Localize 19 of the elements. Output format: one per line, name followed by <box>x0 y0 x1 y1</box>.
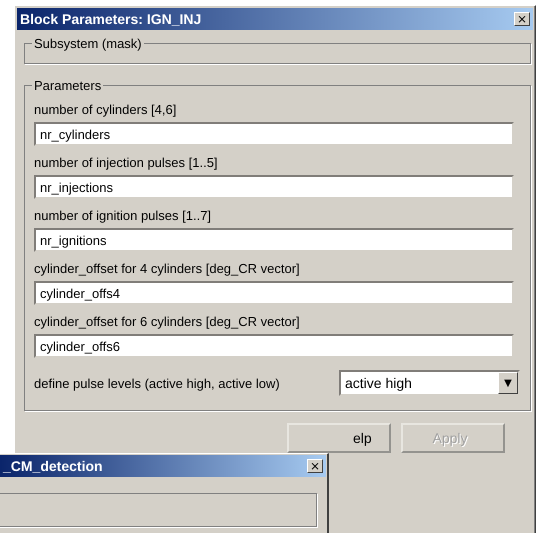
input-field[interactable]: nr_cylinders <box>34 122 514 146</box>
window-title: Block Parameters: IGN_INJ <box>20 11 202 27</box>
input-field[interactable]: cylinder_offs4 <box>34 281 514 305</box>
input-field[interactable]: nr_injections <box>34 175 514 199</box>
input-field[interactable]: nr_ignitions <box>34 228 514 252</box>
dropdown[interactable]: active high ▼ <box>339 370 520 396</box>
close-button[interactable]: × <box>514 12 530 26</box>
dialog-button[interactable]: elp <box>287 423 391 453</box>
field-label: define pulse levels (active high, active low) <box>34 376 280 390</box>
close-button[interactable]: × <box>307 459 323 473</box>
field-label: cylinder_offset for 6 cylinders [deg_CR vector] <box>34 314 301 329</box>
field-label: number of cylinders [4,6] <box>34 102 178 117</box>
window-title: _CM_detection <box>3 458 103 474</box>
field-label: number of injection pulses [1..5] <box>34 155 219 170</box>
group-title: Subsystem (mask) <box>33 36 143 51</box>
field-label: cylinder_offset for 4 cylinders [deg_CR vector] <box>34 261 301 276</box>
group-title: Parameters <box>33 78 102 93</box>
input-field[interactable]: cylinder_offs6 <box>34 334 514 358</box>
field-label: number of ignition pulses [1..7] <box>34 208 212 223</box>
